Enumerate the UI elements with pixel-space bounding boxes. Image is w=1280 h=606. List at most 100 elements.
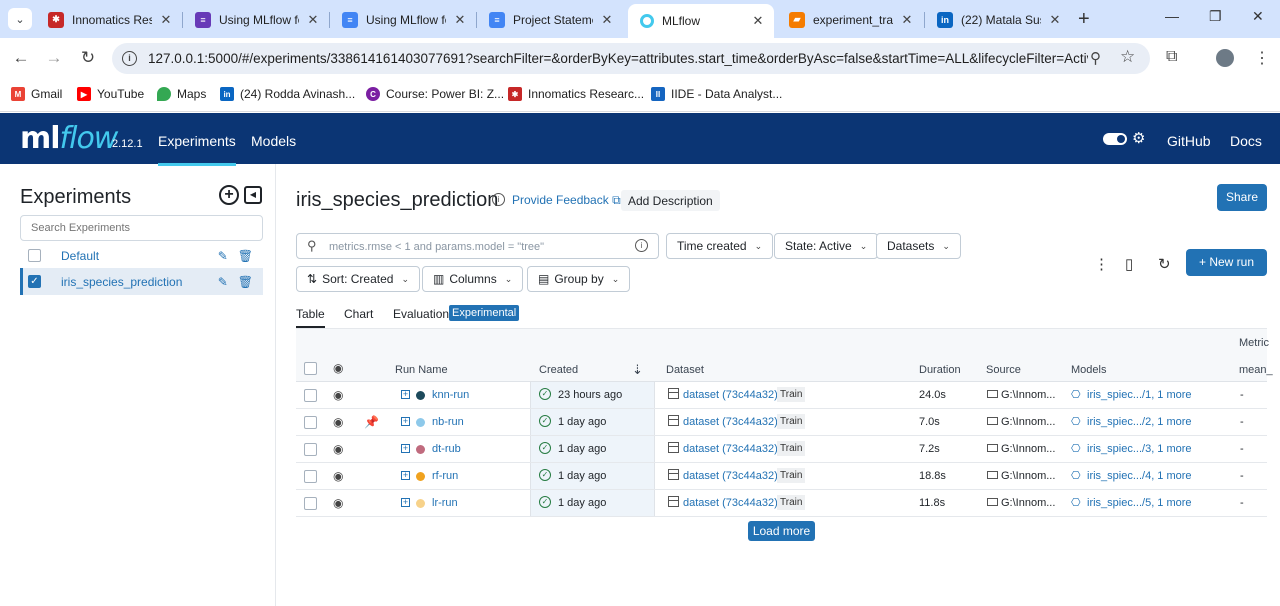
search-experiments-input[interactable]	[20, 215, 263, 241]
column-header-source[interactable]: Source	[986, 364, 1021, 376]
bookmark-star-icon[interactable]: ☆	[1120, 47, 1135, 67]
expand-plus-icon[interactable]: +	[401, 417, 410, 426]
bookmark-youtube[interactable]: ▶ YouTube	[77, 87, 144, 101]
table-row[interactable]: ◉ + lr-run ✓ 1 day ago dataset (73c44a32) Trai…	[296, 490, 1267, 517]
edit-pencil-icon[interactable]: ✎	[218, 275, 228, 289]
edit-pencil-icon[interactable]: ✎	[218, 249, 228, 263]
dataset-link[interactable]: dataset (73c44a32)	[683, 470, 778, 482]
menu-kebab-icon[interactable]: ⋮	[1254, 48, 1270, 68]
share-button[interactable]: Share	[1217, 184, 1267, 211]
new-tab-plus-icon[interactable]: +	[1078, 8, 1090, 31]
close-icon[interactable]: ✕	[158, 12, 174, 28]
dataset-link[interactable]: dataset (73c44a32)	[683, 497, 778, 509]
address-bar[interactable]: i 127.0.0.1:5000/#/experiments/338614161…	[112, 43, 1150, 74]
run-name-link[interactable]: knn-run	[432, 389, 469, 401]
expand-plus-icon[interactable]: +	[401, 390, 410, 399]
column-header-duration[interactable]: Duration	[919, 364, 961, 376]
table-row[interactable]: ◉ + dt-rub ✓ 1 day ago dataset (73c44a32) Trai…	[296, 436, 1267, 463]
browser-tab[interactable]: ≡ Using MLflow fo ✕	[183, 5, 329, 34]
minimize-icon[interactable]: —	[1165, 8, 1179, 24]
column-header-run-name[interactable]: Run Name	[395, 364, 448, 376]
load-more-button[interactable]: Load more	[748, 521, 815, 541]
table-row[interactable]: ◉ + rf-run ✓ 1 day ago dataset (73c44a32) Trai…	[296, 463, 1267, 490]
url-text[interactable]: 127.0.0.1:5000/#/experiments/33861416140…	[148, 51, 1088, 66]
row-checkbox[interactable]	[304, 470, 317, 483]
trash-icon[interactable]: 🗑	[238, 249, 253, 263]
browser-tab[interactable]: in (22) Matala Susl ✕	[925, 5, 1071, 34]
expand-plus-icon[interactable]: +	[401, 471, 410, 480]
add-description-button[interactable]: Add Description	[621, 190, 720, 211]
checkbox-checked[interactable]: ✓	[28, 275, 41, 288]
toggle-panel-icon[interactable]: ▯	[1125, 255, 1133, 273]
model-link[interactable]: iris_spiec.../4, 1 more	[1087, 470, 1192, 482]
eye-icon[interactable]: ◉	[333, 469, 343, 483]
column-header-metric[interactable]: mean_	[1239, 364, 1273, 376]
sidebar-item-iris[interactable]: ✓ iris_species_prediction ✎ 🗑	[20, 268, 263, 295]
model-link[interactable]: iris_spiec.../3, 1 more	[1087, 443, 1192, 455]
add-experiment-plus-icon[interactable]: +	[219, 185, 239, 205]
info-icon[interactable]: i	[492, 193, 505, 206]
github-link[interactable]: GitHub	[1167, 133, 1211, 149]
dataset-link[interactable]: dataset (73c44a32)	[683, 443, 778, 455]
model-link[interactable]: iris_spiec.../5, 1 more	[1087, 497, 1192, 509]
dataset-link[interactable]: dataset (73c44a32)	[683, 416, 778, 428]
group-by-dropdown[interactable]: ▤ Group by ⌄	[527, 266, 631, 292]
back-arrow-icon[interactable]: ←	[10, 48, 32, 68]
collapse-sidebar-icon[interactable]: ◀	[244, 186, 262, 204]
select-all-checkbox[interactable]	[304, 362, 317, 375]
close-icon[interactable]: ✕	[1047, 12, 1063, 28]
trash-icon[interactable]: 🗑	[238, 275, 253, 289]
reload-icon[interactable]: ↻	[77, 48, 99, 68]
model-link[interactable]: iris_spiec.../2, 1 more	[1087, 416, 1192, 428]
site-info-icon[interactable]: i	[122, 51, 137, 66]
experiment-name[interactable]: iris_species_prediction	[61, 275, 218, 289]
window-close-icon[interactable]: ✕	[1252, 8, 1264, 25]
browser-tab[interactable]: ≡ Project Stateme ✕	[477, 5, 623, 34]
run-name-link[interactable]: lr-run	[432, 497, 458, 509]
nav-models[interactable]: Models	[251, 133, 296, 149]
experiment-name[interactable]: Default	[61, 249, 218, 263]
eye-icon[interactable]: ◉	[333, 442, 343, 456]
datasets-dropdown[interactable]: Datasets ⌄	[876, 233, 961, 259]
eye-icon[interactable]: ◉	[333, 361, 343, 375]
column-header-models[interactable]: Models	[1071, 364, 1106, 376]
run-name-link[interactable]: dt-rub	[432, 443, 461, 455]
dataset-link[interactable]: dataset (73c44a32)	[683, 389, 778, 401]
row-checkbox[interactable]	[304, 416, 317, 429]
tab-table[interactable]: Table	[296, 307, 325, 328]
provide-feedback-link[interactable]: Provide Feedback ⧉	[512, 193, 621, 208]
run-name-link[interactable]: nb-run	[432, 416, 464, 428]
profile-avatar[interactable]	[1216, 49, 1234, 67]
model-link[interactable]: iris_spiec.../1, 1 more	[1087, 389, 1192, 401]
bookmark-maps[interactable]: Maps	[157, 87, 206, 101]
nav-experiments[interactable]: Experiments	[158, 133, 236, 166]
dark-mode-toggle[interactable]	[1103, 133, 1127, 145]
row-checkbox[interactable]	[304, 389, 317, 402]
close-icon[interactable]: ✕	[750, 13, 766, 29]
bookmark-linkedin[interactable]: in (24) Rodda Avinash...	[220, 87, 355, 101]
browser-tab[interactable]: ✱ Innomatics Rese ✕	[36, 5, 182, 34]
pin-icon[interactable]: 📌	[364, 415, 379, 429]
search-runs-input[interactable]: ⚲ metrics.rmse < 1 and params.model = "t…	[296, 233, 659, 259]
restore-icon[interactable]: ❐	[1209, 8, 1222, 25]
table-row[interactable]: ◉ + knn-run ✓ 23 hours ago dataset (73c44a32)…	[296, 382, 1267, 409]
checkbox[interactable]	[28, 249, 41, 262]
sidebar-item-default[interactable]: Default ✎ 🗑	[20, 242, 263, 269]
state-dropdown[interactable]: State: Active ⌄	[774, 233, 879, 259]
sort-descending-icon[interactable]: ⇣	[632, 362, 643, 378]
sort-dropdown[interactable]: ⇅ Sort: Created ⌄	[296, 266, 420, 292]
close-icon[interactable]: ✕	[599, 12, 615, 28]
eye-icon[interactable]: ◉	[333, 388, 343, 402]
extensions-puzzle-icon[interactable]: ⧉	[1166, 48, 1177, 66]
bookmark-iide[interactable]: II IIDE - Data Analyst...	[651, 87, 782, 101]
row-checkbox[interactable]	[304, 497, 317, 510]
refresh-icon[interactable]: ↻	[1158, 255, 1171, 273]
run-name-link[interactable]: rf-run	[432, 470, 458, 482]
browser-tab-active[interactable]: MLflow ✕	[628, 4, 774, 38]
tab-evaluation[interactable]: Evaluation	[393, 307, 449, 321]
bookmark-gmail[interactable]: M Gmail	[11, 87, 62, 101]
new-run-button[interactable]: + New run	[1186, 249, 1267, 276]
eye-icon[interactable]: ◉	[333, 415, 343, 429]
close-icon[interactable]: ✕	[305, 12, 321, 28]
tab-chart[interactable]: Chart	[344, 307, 373, 321]
